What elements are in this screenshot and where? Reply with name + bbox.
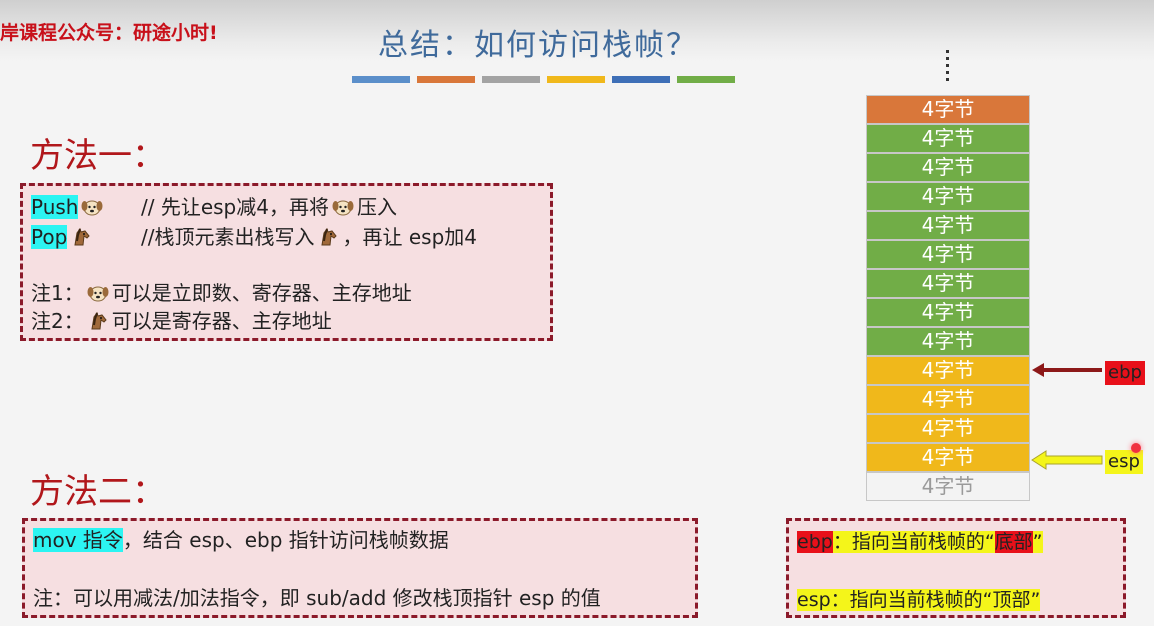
stack-cell: 4字节 — [866, 298, 1030, 327]
stack-cell: 4字节 — [866, 240, 1030, 269]
stack-cell: 4字节 — [866, 211, 1030, 240]
dog-icon — [87, 286, 109, 302]
esp-legend-text: esp：指向当前栈帧的“顶部” — [797, 589, 1041, 611]
stack-cell: 4字节 — [866, 443, 1030, 472]
method1-heading: 方法一： — [30, 136, 166, 176]
pop-label: Pop — [31, 225, 68, 249]
ebp-legend-reg: ebp — [797, 531, 833, 553]
method2-heading: 方法二： — [30, 472, 166, 512]
push-line: Push — [31, 194, 106, 221]
pop-comment-a: //栈顶元素出栈写入 — [141, 225, 315, 249]
note1-prefix: 注1： — [31, 281, 84, 305]
ebp-legend-text-b: ” — [1032, 531, 1043, 553]
color-bar-2 — [417, 76, 475, 83]
ebp-pointer-label: ebp — [1105, 361, 1145, 385]
method2-box: mov 指令，结合 esp、ebp 指针访问栈帧数据 注：可以用减法/加法指令，… — [22, 518, 698, 618]
stack-cell: 4字节 — [866, 182, 1030, 211]
note2-prefix: 注2： — [31, 309, 84, 333]
stack-frame-diagram: 4字节 4字节 4字节 4字节 4字节 4字节 4字节 4字节 4字节 4字节 4字节 4字节 4字节 4… — [866, 95, 1030, 501]
pointer-legend-box: ebp：指向当前栈帧的“底部” esp：指向当前栈帧的“顶部” — [786, 518, 1126, 618]
ebp-arrow — [1032, 363, 1102, 377]
stack-cell: 4字节 — [866, 95, 1030, 124]
mov-label: mov 指令 — [33, 528, 123, 552]
note2: 注2： 可以是寄存器、主存地址 — [31, 308, 332, 335]
note1-text: 可以是立即数、寄存器、主存地址 — [111, 281, 412, 305]
pop-comment-b: ，再让 esp加4 — [342, 225, 477, 249]
push-comment-a: // 先让esp减4，再将 — [141, 195, 329, 219]
laser-pointer-dot — [1131, 443, 1141, 453]
esp-legend: esp：指向当前栈帧的“顶部” — [797, 587, 1041, 614]
watermark: 岸课程公众号：研途小时! — [0, 22, 218, 44]
pop-line: Pop — [31, 224, 95, 251]
ebp-legend: ebp：指向当前栈帧的“底部” — [797, 529, 1043, 556]
stack-cell: 4字节 — [866, 153, 1030, 182]
horse-icon — [321, 227, 338, 246]
stack-cell: 4字节 — [866, 414, 1030, 443]
esp-pointer-label: esp — [1105, 450, 1143, 474]
color-bar-1 — [352, 76, 410, 83]
pop-comment: //栈顶元素出栈写入 ，再让 esp加4 — [141, 224, 477, 251]
color-bar-4 — [547, 76, 605, 83]
method2-note: 注：可以用减法/加法指令，即 sub/add 修改栈顶指针 esp 的值 — [33, 586, 601, 610]
push-comment: // 先让esp减4，再将 压入 — [141, 194, 397, 221]
mov-line: mov 指令，结合 esp、ebp 指针访问栈帧数据 — [33, 527, 449, 554]
horse-icon — [91, 311, 107, 330]
horse-icon — [74, 227, 90, 246]
color-bar-6 — [677, 76, 735, 83]
esp-arrow — [1031, 450, 1103, 470]
color-bar-5 — [612, 76, 670, 83]
mov-text: ，结合 esp、ebp 指针访问栈帧数据 — [122, 528, 449, 552]
stack-cell: 4字节 — [866, 472, 1030, 501]
stack-cell: 4字节 — [866, 356, 1030, 385]
stack-continuation-dots — [946, 50, 949, 82]
ebp-legend-bottom: 底部 — [994, 531, 1033, 553]
ebp-legend-text-a: ：指向当前栈帧的“ — [832, 531, 995, 553]
push-comment-b: 压入 — [356, 195, 397, 219]
stack-cell: 4字节 — [866, 124, 1030, 153]
stack-cell: 4字节 — [866, 385, 1030, 414]
stack-cell: 4字节 — [866, 269, 1030, 298]
note2-text: 可以是寄存器、主存地址 — [111, 309, 332, 333]
dog-icon — [81, 200, 103, 216]
color-bar-3 — [482, 76, 540, 83]
slide-title: 总结：如何访问栈帧？ — [378, 28, 698, 63]
method1-box: Push // 先让esp减4，再将 压入 Pop //栈顶元素出栈写入 ，再让 e… — [20, 183, 553, 341]
dog-icon — [332, 200, 354, 216]
note1: 注1： 可以是立即数、寄存器、主存地址 — [31, 280, 412, 307]
push-label: Push — [31, 195, 79, 219]
stack-cell: 4字节 — [866, 327, 1030, 356]
